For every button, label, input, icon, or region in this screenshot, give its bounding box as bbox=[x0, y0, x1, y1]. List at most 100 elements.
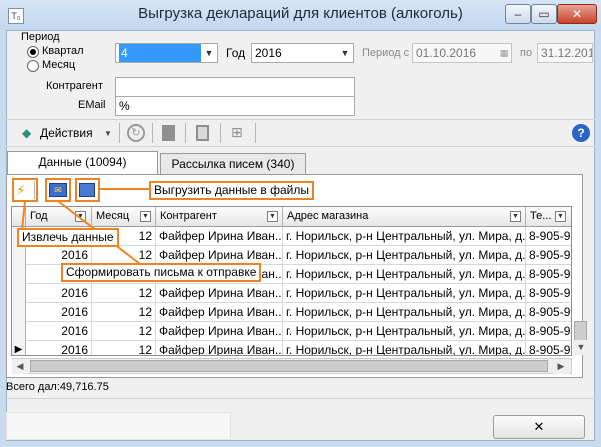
cell-phone[interactable]: 8-905-99 bbox=[526, 265, 571, 284]
cell-contractor[interactable]: Файфер Ирина Иван... bbox=[156, 303, 283, 322]
minimize-button[interactable]: – bbox=[505, 4, 531, 24]
grid-vertical-scroll-thumb[interactable] bbox=[574, 321, 587, 341]
address-filter-icon[interactable]: ▼ bbox=[510, 211, 521, 222]
column-header-year-label: Год bbox=[30, 210, 48, 222]
radio-month[interactable] bbox=[27, 60, 39, 72]
maximize-button[interactable]: ▭ bbox=[531, 4, 557, 24]
cell-contractor[interactable]: Файфер Ирина Иван... bbox=[156, 322, 283, 341]
cell-address[interactable]: г. Норильск, р-н Центральный, ул. Мира, … bbox=[283, 341, 526, 355]
total-status-text: Всего дал:49,716.75 bbox=[6, 381, 109, 393]
range-to-label: по bbox=[520, 47, 533, 59]
toolbar-separator bbox=[152, 123, 153, 143]
column-header-contractor[interactable]: Контрагент bbox=[156, 207, 283, 227]
cell-phone[interactable]: 8-905-99 bbox=[526, 246, 571, 265]
cell-contractor[interactable]: Файфер Ирина Иван... bbox=[156, 341, 283, 355]
current-row-pointer-icon[interactable]: ▶ bbox=[12, 341, 26, 355]
radio-month-label: Месяц bbox=[42, 59, 76, 71]
actions-diamond-icon: ◆ bbox=[22, 126, 32, 140]
column-header-month-label: Месяц bbox=[96, 210, 130, 222]
scroll-down-arrow-icon[interactable]: ▼ bbox=[573, 340, 589, 355]
table-row[interactable]: 201612Файфер Ирина Иван...г. Норильск, р… bbox=[12, 284, 571, 303]
table-row[interactable]: 201612Файфер Ирина Иван...г. Норильск, р… bbox=[12, 303, 571, 322]
table-row[interactable]: 201612Файфер Ирина Иван...г. Норильск, р… bbox=[12, 322, 571, 341]
cell-month[interactable]: 12 bbox=[92, 341, 156, 355]
cell-year[interactable]: 2016 bbox=[26, 284, 92, 303]
column-header-address-label: Адрес магазина bbox=[287, 210, 369, 222]
quarter-select-value: 4 bbox=[119, 44, 201, 62]
email-label: EMail bbox=[78, 99, 106, 111]
email-input[interactable]: % bbox=[115, 96, 355, 116]
callout-form-letters: Сформировать письма к отправке bbox=[61, 263, 262, 282]
cell-address[interactable]: г. Норильск, р-н Центральный, ул. Мира, … bbox=[283, 265, 526, 284]
close-window-button[interactable]: ✕ bbox=[557, 4, 597, 24]
status-divider bbox=[6, 398, 595, 399]
help-icon[interactable]: ? bbox=[572, 124, 590, 142]
toolbar-separator bbox=[255, 123, 256, 143]
actions-menu-button[interactable]: Действия bbox=[40, 126, 93, 140]
toolbar-separator bbox=[119, 123, 120, 143]
row-indicator[interactable] bbox=[12, 284, 26, 303]
cell-year[interactable]: 2016 bbox=[26, 341, 92, 355]
cell-phone[interactable]: 8-905-99 bbox=[526, 322, 571, 341]
tree-structure-icon[interactable]: ⊞ bbox=[231, 124, 243, 141]
callout-extract-data: Извлечь данные bbox=[17, 228, 119, 247]
date-to-field[interactable]: 31.12.2016 bbox=[537, 43, 593, 63]
contractor-input[interactable] bbox=[115, 77, 355, 97]
period-label: Период bbox=[21, 31, 60, 43]
close-button[interactable]: ✕ bbox=[493, 415, 585, 439]
grid-corner-header bbox=[12, 207, 26, 227]
document-icon[interactable] bbox=[162, 125, 175, 141]
radio-quarter[interactable] bbox=[27, 46, 39, 58]
cell-address[interactable]: г. Норильск, р-н Центральный, ул. Мира, … bbox=[283, 284, 526, 303]
year-dropdown-icon[interactable]: ▼ bbox=[337, 44, 353, 62]
cell-year[interactable]: 2016 bbox=[26, 322, 92, 341]
main-toolbar bbox=[6, 119, 595, 147]
row-indicator[interactable] bbox=[12, 265, 26, 284]
cell-year[interactable]: 2016 bbox=[26, 303, 92, 322]
extract-icon-highlight bbox=[12, 178, 38, 202]
cell-address[interactable]: г. Норильск, р-н Центральный, ул. Мира, … bbox=[283, 303, 526, 322]
toolbar-separator bbox=[185, 123, 186, 143]
date-from-calendar-icon[interactable]: ▦ bbox=[496, 44, 512, 62]
contractor-label: Контрагент bbox=[46, 80, 103, 92]
radio-quarter-label: Квартал bbox=[42, 45, 84, 57]
cell-address[interactable]: г. Норильск, р-н Центральный, ул. Мира, … bbox=[283, 246, 526, 265]
scroll-left-arrow-icon[interactable]: ◀ bbox=[12, 359, 28, 374]
phone-filter-icon[interactable]: ▼ bbox=[555, 211, 566, 222]
tab-mailing[interactable]: Рассылка писем (340) bbox=[160, 153, 306, 175]
tab-data[interactable]: Данные (10094) bbox=[7, 151, 158, 175]
refresh-icon[interactable]: ↻ bbox=[127, 124, 145, 142]
scroll-right-arrow-icon[interactable]: ▶ bbox=[553, 359, 569, 374]
cell-phone[interactable]: 8-905-99 bbox=[526, 341, 571, 355]
cell-phone[interactable]: 8-905-99 bbox=[526, 227, 571, 246]
quarter-dropdown-icon[interactable]: ▼ bbox=[201, 44, 217, 62]
column-header-contractor-label: Контрагент bbox=[160, 210, 217, 222]
edit-document-icon[interactable] bbox=[196, 125, 209, 141]
toolbar-separator bbox=[220, 123, 221, 143]
cell-address[interactable]: г. Норильск, р-н Центральный, ул. Мира, … bbox=[283, 227, 526, 246]
row-indicator[interactable] bbox=[12, 303, 26, 322]
cell-phone[interactable]: 8-905-99 bbox=[526, 303, 571, 322]
cell-month[interactable]: 12 bbox=[92, 284, 156, 303]
letters-icon-highlight bbox=[45, 178, 71, 202]
actions-chevron-down-icon[interactable]: ▼ bbox=[104, 129, 112, 138]
table-row[interactable]: ▶ 2016 12 Файфер Ирина Иван... г. Норильск, … bbox=[12, 341, 571, 355]
cell-phone[interactable]: 8-905-99 bbox=[526, 284, 571, 303]
grid-horizontal-scroll-thumb[interactable] bbox=[30, 360, 548, 372]
export-icon-highlight bbox=[75, 178, 100, 202]
cell-contractor[interactable]: Файфер Ирина Иван... bbox=[156, 284, 283, 303]
footer-blank-panel bbox=[6, 412, 231, 440]
row-indicator[interactable] bbox=[12, 246, 26, 265]
cell-address[interactable]: г. Норильск, р-н Центральный, ул. Мира, … bbox=[283, 322, 526, 341]
cell-contractor[interactable]: Файфер Ирина Иван... bbox=[156, 227, 283, 246]
year-label: Год bbox=[226, 46, 246, 60]
month-filter-icon[interactable]: ▼ bbox=[140, 211, 151, 222]
contractor-filter-icon[interactable]: ▼ bbox=[267, 211, 278, 222]
year-filter-icon[interactable]: ▼ bbox=[75, 211, 86, 222]
range-from-label: Период с bbox=[362, 47, 410, 59]
column-header-address[interactable]: Адрес магазина bbox=[283, 207, 526, 227]
callout-export-files: Выгрузить данные в файлы bbox=[149, 181, 314, 200]
cell-month[interactable]: 12 bbox=[92, 322, 156, 341]
cell-month[interactable]: 12 bbox=[92, 303, 156, 322]
row-indicator[interactable] bbox=[12, 322, 26, 341]
